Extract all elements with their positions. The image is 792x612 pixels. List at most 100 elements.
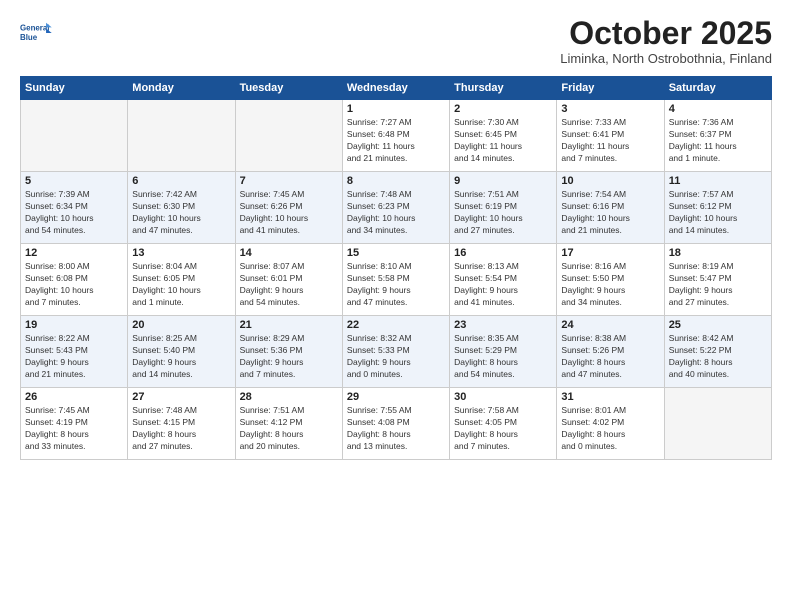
table-row: 28 Sunrise: 7:51 AM Sunset: 4:12 PM Dayli… xyxy=(235,388,342,460)
table-row: 9 Sunrise: 7:51 AM Sunset: 6:19 PM Daylig… xyxy=(450,172,557,244)
calendar-week-row: 5Sunrise: 7:39 AM Sunset: 6:34 PM Daylig… xyxy=(21,172,772,244)
day-info: Sunrise: 8:22 AM Sunset: 5:43 PM Dayligh… xyxy=(25,333,123,381)
day-info: Sunrise: 8:07 AM Sunset: 6:01 PM Dayligh… xyxy=(240,261,338,309)
table-row: 14 Sunrise: 8:07 AM Sunset: 6:01 PM Dayli… xyxy=(235,244,342,316)
day-number: 5 xyxy=(25,175,123,187)
day-info: Sunrise: 8:25 AM Sunset: 5:40 PM Dayligh… xyxy=(132,333,230,381)
day-number: 13 xyxy=(132,247,230,259)
day-number: 27 xyxy=(132,391,230,403)
logo-svg: General Blue xyxy=(20,16,54,50)
day-number: 12 xyxy=(25,247,123,259)
logo: General Blue xyxy=(20,16,54,50)
day-info: Sunrise: 8:10 AM Sunset: 5:58 PM Dayligh… xyxy=(347,261,445,309)
day-number: 23 xyxy=(454,319,552,331)
day-info: Sunrise: 8:01 AM Sunset: 4:02 PM Dayligh… xyxy=(561,405,659,453)
table-row: 2Sunrise: 7:30 AM Sunset: 6:45 PM Daylig… xyxy=(450,100,557,172)
table-row: 10 Sunrise: 7:54 AM Sunset: 6:16 PM Dayli… xyxy=(557,172,664,244)
day-info: Sunrise: 7:54 AM Sunset: 6:16 PM Dayligh… xyxy=(561,189,659,237)
title-block: October 2025 Liminka, North Ostrobothnia… xyxy=(560,16,772,66)
header: General Blue October 2025 Liminka, North… xyxy=(20,16,772,66)
table-row: 18Sunrise: 8:19 AM Sunset: 5:47 PM Dayli… xyxy=(664,244,771,316)
table-row: 26 Sunrise: 7:45 AM Sunset: 4:19 PM Dayli… xyxy=(21,388,128,460)
col-saturday: Saturday xyxy=(664,77,771,100)
table-row xyxy=(235,100,342,172)
day-number: 1 xyxy=(347,103,445,115)
svg-text:General: General xyxy=(20,24,50,33)
day-info: Sunrise: 8:32 AM Sunset: 5:33 PM Dayligh… xyxy=(347,333,445,381)
day-number: 14 xyxy=(240,247,338,259)
day-info: Sunrise: 7:48 AM Sunset: 6:23 PM Dayligh… xyxy=(347,189,445,237)
calendar-header-row: Sunday Monday Tuesday Wednesday Thursday… xyxy=(21,77,772,100)
col-friday: Friday xyxy=(557,77,664,100)
day-number: 4 xyxy=(669,103,767,115)
day-info: Sunrise: 8:13 AM Sunset: 5:54 PM Dayligh… xyxy=(454,261,552,309)
col-thursday: Thursday xyxy=(450,77,557,100)
day-number: 21 xyxy=(240,319,338,331)
table-row: 30Sunrise: 7:58 AM Sunset: 4:05 PM Dayli… xyxy=(450,388,557,460)
month-title: October 2025 xyxy=(560,16,772,51)
table-row: 13 Sunrise: 8:04 AM Sunset: 6:05 PM Dayli… xyxy=(128,244,235,316)
table-row: 1Sunrise: 7:27 AM Sunset: 6:48 PM Daylig… xyxy=(342,100,449,172)
day-info: Sunrise: 8:04 AM Sunset: 6:05 PM Dayligh… xyxy=(132,261,230,309)
day-number: 17 xyxy=(561,247,659,259)
day-number: 26 xyxy=(25,391,123,403)
table-row: 11Sunrise: 7:57 AM Sunset: 6:12 PM Dayli… xyxy=(664,172,771,244)
table-row: 17 Sunrise: 8:16 AM Sunset: 5:50 PM Dayli… xyxy=(557,244,664,316)
day-info: Sunrise: 7:58 AM Sunset: 4:05 PM Dayligh… xyxy=(454,405,552,453)
day-number: 24 xyxy=(561,319,659,331)
day-number: 28 xyxy=(240,391,338,403)
calendar-week-row: 12 Sunrise: 8:00 AM Sunset: 6:08 PM Dayli… xyxy=(21,244,772,316)
day-info: Sunrise: 8:00 AM Sunset: 6:08 PM Dayligh… xyxy=(25,261,123,309)
day-number: 19 xyxy=(25,319,123,331)
day-info: Sunrise: 8:16 AM Sunset: 5:50 PM Dayligh… xyxy=(561,261,659,309)
day-number: 3 xyxy=(561,103,659,115)
table-row: 21Sunrise: 8:29 AM Sunset: 5:36 PM Dayli… xyxy=(235,316,342,388)
day-number: 16 xyxy=(454,247,552,259)
day-info: Sunrise: 8:42 AM Sunset: 5:22 PM Dayligh… xyxy=(669,333,767,381)
table-row: 3Sunrise: 7:33 AM Sunset: 6:41 PM Daylig… xyxy=(557,100,664,172)
table-row: 23 Sunrise: 8:35 AM Sunset: 5:29 PM Dayli… xyxy=(450,316,557,388)
day-info: Sunrise: 8:38 AM Sunset: 5:26 PM Dayligh… xyxy=(561,333,659,381)
calendar-week-row: 1Sunrise: 7:27 AM Sunset: 6:48 PM Daylig… xyxy=(21,100,772,172)
table-row: 15Sunrise: 8:10 AM Sunset: 5:58 PM Dayli… xyxy=(342,244,449,316)
col-sunday: Sunday xyxy=(21,77,128,100)
table-row: 12 Sunrise: 8:00 AM Sunset: 6:08 PM Dayli… xyxy=(21,244,128,316)
day-number: 10 xyxy=(561,175,659,187)
day-number: 11 xyxy=(669,175,767,187)
day-info: Sunrise: 8:19 AM Sunset: 5:47 PM Dayligh… xyxy=(669,261,767,309)
col-monday: Monday xyxy=(128,77,235,100)
day-number: 9 xyxy=(454,175,552,187)
table-row: 6 Sunrise: 7:42 AM Sunset: 6:30 PM Daylig… xyxy=(128,172,235,244)
day-info: Sunrise: 7:45 AM Sunset: 6:26 PM Dayligh… xyxy=(240,189,338,237)
calendar-table: Sunday Monday Tuesday Wednesday Thursday… xyxy=(20,76,772,460)
day-number: 20 xyxy=(132,319,230,331)
location: Liminka, North Ostrobothnia, Finland xyxy=(560,51,772,66)
col-tuesday: Tuesday xyxy=(235,77,342,100)
table-row xyxy=(21,100,128,172)
table-row: 27 Sunrise: 7:48 AM Sunset: 4:15 PM Dayli… xyxy=(128,388,235,460)
table-row: 24 Sunrise: 8:38 AM Sunset: 5:26 PM Dayli… xyxy=(557,316,664,388)
table-row: 4 Sunrise: 7:36 AM Sunset: 6:37 PM Daylig… xyxy=(664,100,771,172)
table-row: 29Sunrise: 7:55 AM Sunset: 4:08 PM Dayli… xyxy=(342,388,449,460)
col-wednesday: Wednesday xyxy=(342,77,449,100)
day-info: Sunrise: 7:48 AM Sunset: 4:15 PM Dayligh… xyxy=(132,405,230,453)
table-row: 25 Sunrise: 8:42 AM Sunset: 5:22 PM Dayli… xyxy=(664,316,771,388)
calendar-week-row: 19 Sunrise: 8:22 AM Sunset: 5:43 PM Dayli… xyxy=(21,316,772,388)
day-info: Sunrise: 7:51 AM Sunset: 4:12 PM Dayligh… xyxy=(240,405,338,453)
calendar-week-row: 26 Sunrise: 7:45 AM Sunset: 4:19 PM Dayli… xyxy=(21,388,772,460)
day-info: Sunrise: 7:42 AM Sunset: 6:30 PM Dayligh… xyxy=(132,189,230,237)
day-number: 6 xyxy=(132,175,230,187)
table-row: 5Sunrise: 7:39 AM Sunset: 6:34 PM Daylig… xyxy=(21,172,128,244)
day-number: 25 xyxy=(669,319,767,331)
day-info: Sunrise: 7:51 AM Sunset: 6:19 PM Dayligh… xyxy=(454,189,552,237)
day-info: Sunrise: 8:35 AM Sunset: 5:29 PM Dayligh… xyxy=(454,333,552,381)
day-number: 29 xyxy=(347,391,445,403)
day-info: Sunrise: 7:36 AM Sunset: 6:37 PM Dayligh… xyxy=(669,117,767,165)
table-row: 22Sunrise: 8:32 AM Sunset: 5:33 PM Dayli… xyxy=(342,316,449,388)
day-number: 2 xyxy=(454,103,552,115)
day-number: 31 xyxy=(561,391,659,403)
table-row xyxy=(664,388,771,460)
table-row: 8Sunrise: 7:48 AM Sunset: 6:23 PM Daylig… xyxy=(342,172,449,244)
table-row xyxy=(128,100,235,172)
day-info: Sunrise: 7:45 AM Sunset: 4:19 PM Dayligh… xyxy=(25,405,123,453)
